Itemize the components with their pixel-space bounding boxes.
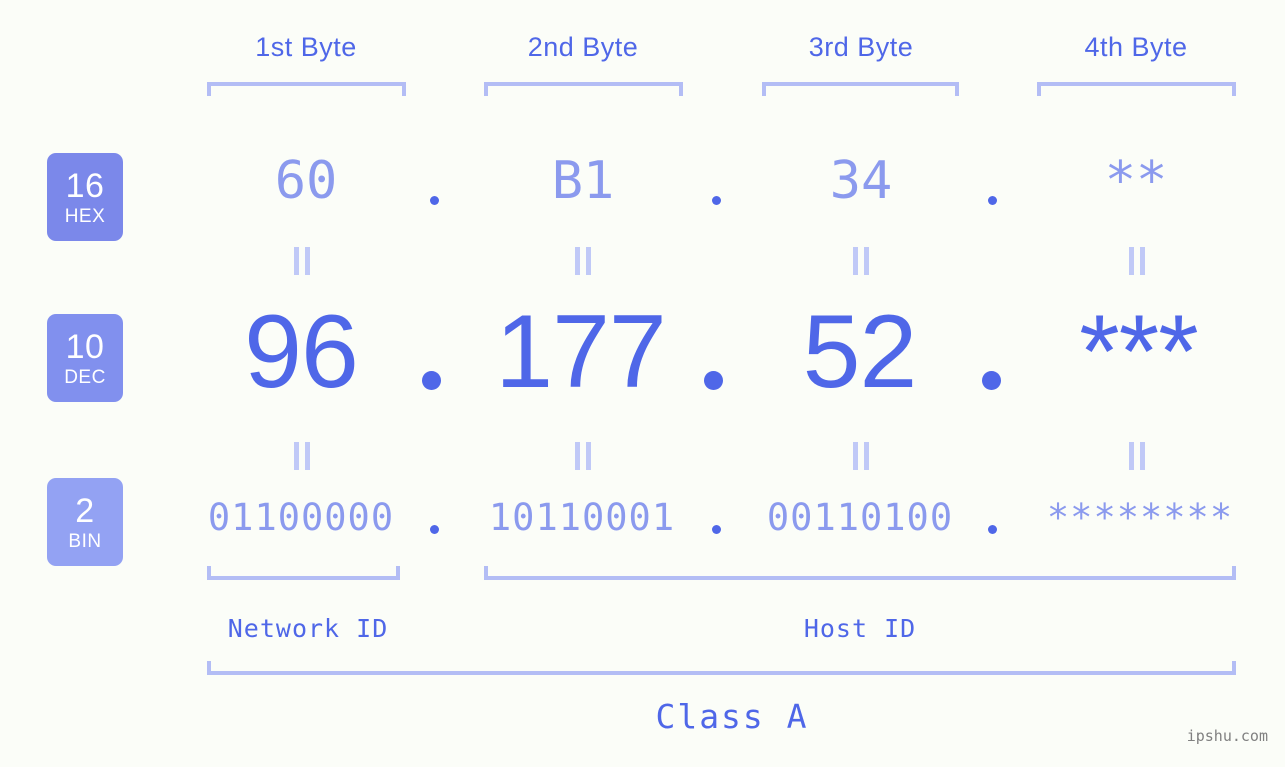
equals-sign-hex-dec-3 xyxy=(848,247,874,275)
hex-separator-dot-2 xyxy=(712,196,721,205)
dec-byte-4: *** xyxy=(1079,294,1198,410)
base-badge-hex: 16 HEX xyxy=(47,153,123,241)
bin-separator-dot-3 xyxy=(988,525,997,534)
byte-header-2: 2nd Byte xyxy=(527,32,639,62)
byte-header-3: 3rd Byte xyxy=(808,32,914,62)
dec-byte-2: 177 xyxy=(495,294,667,410)
dec-separator-dot-2 xyxy=(704,371,723,390)
bin-byte-4: ******** xyxy=(1046,496,1234,539)
hex-byte-1: 60 xyxy=(274,151,338,211)
byte-bracket-4 xyxy=(1037,82,1236,96)
base-badge-bin: 2 BIN xyxy=(47,478,123,566)
dec-byte-1: 96 xyxy=(244,294,359,410)
bin-separator-dot-1 xyxy=(430,525,439,534)
network-id-bracket xyxy=(207,566,400,580)
base-badge-bin-number: 2 xyxy=(75,491,95,530)
base-badge-bin-name: BIN xyxy=(68,530,102,552)
dec-byte-3: 52 xyxy=(802,294,918,410)
equals-sign-hex-dec-2 xyxy=(570,247,596,275)
ip-address-breakdown-diagram: 1st Byte 2nd Byte 3rd Byte 4th Byte 16 H… xyxy=(0,0,1285,767)
host-id-label: Host ID xyxy=(803,614,917,643)
site-watermark: ipshu.com xyxy=(1186,727,1268,745)
base-badge-hex-number: 16 xyxy=(65,166,105,205)
byte-header-4: 4th Byte xyxy=(1084,32,1188,62)
bin-byte-1: 01100000 xyxy=(207,496,395,539)
byte-bracket-2 xyxy=(484,82,683,96)
network-id-label: Network ID xyxy=(227,614,389,643)
hex-byte-3: 34 xyxy=(829,151,893,211)
byte-header-1: 1st Byte xyxy=(255,32,357,62)
byte-bracket-1 xyxy=(207,82,406,96)
dec-separator-dot-3 xyxy=(982,371,1001,390)
byte-bracket-3 xyxy=(762,82,959,96)
dec-separator-dot-1 xyxy=(422,371,441,390)
bin-byte-3: 00110100 xyxy=(766,496,954,539)
hex-separator-dot-1 xyxy=(430,196,439,205)
class-label: Class A xyxy=(655,697,809,736)
host-id-bracket xyxy=(484,566,1236,580)
equals-sign-dec-bin-3 xyxy=(848,442,874,470)
equals-sign-dec-bin-2 xyxy=(570,442,596,470)
base-badge-dec-name: DEC xyxy=(64,366,106,388)
base-badge-dec-number: 10 xyxy=(65,327,105,366)
equals-sign-hex-dec-1 xyxy=(289,247,315,275)
bin-byte-2: 10110001 xyxy=(488,496,676,539)
equals-sign-hex-dec-4 xyxy=(1124,247,1150,275)
equals-sign-dec-bin-4 xyxy=(1124,442,1150,470)
hex-byte-2: B1 xyxy=(551,151,615,211)
hex-separator-dot-3 xyxy=(988,196,997,205)
equals-sign-dec-bin-1 xyxy=(289,442,315,470)
bin-separator-dot-2 xyxy=(712,525,721,534)
hex-byte-4: ** xyxy=(1104,151,1168,211)
base-badge-dec: 10 DEC xyxy=(47,314,123,402)
base-badge-hex-name: HEX xyxy=(64,205,106,227)
class-bracket xyxy=(207,661,1236,675)
